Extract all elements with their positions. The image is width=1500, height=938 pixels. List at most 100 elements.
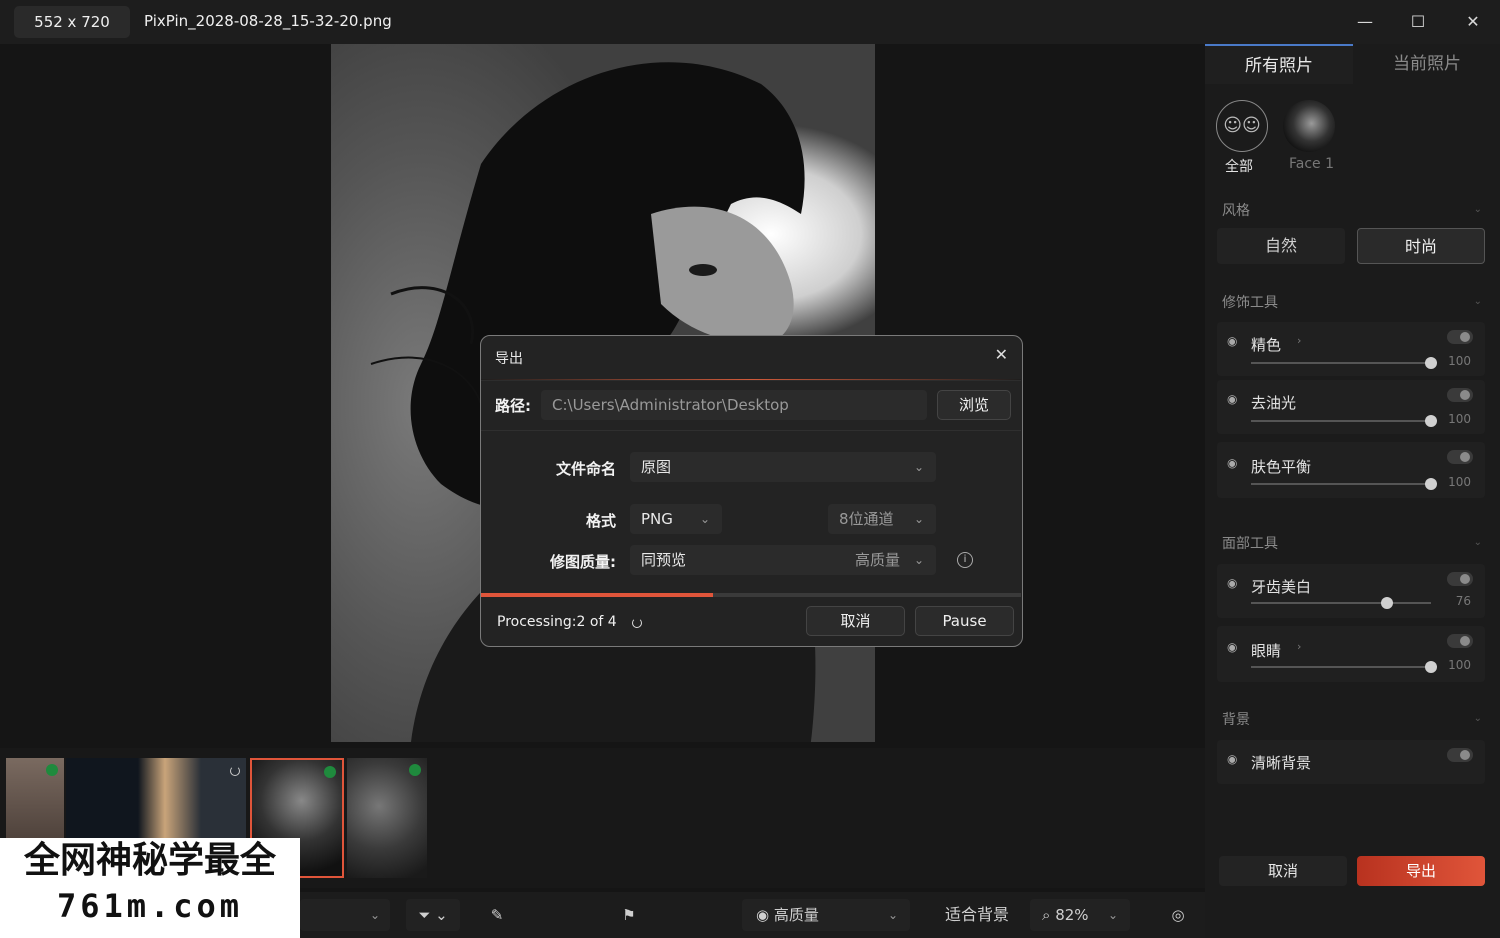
toggle-switch[interactable] xyxy=(1447,388,1473,402)
minimize-icon[interactable]: — xyxy=(1355,12,1375,32)
thumbnail-4[interactable] xyxy=(347,758,427,878)
face-section-title: 面部工具 xyxy=(1222,536,1278,552)
tab-current-photo[interactable]: 当前照片 xyxy=(1353,44,1500,84)
tool-card: ◉ 去油光 100 xyxy=(1217,380,1485,434)
eye-icon[interactable]: ◉ xyxy=(1227,334,1237,348)
slider-knob[interactable] xyxy=(1425,415,1437,427)
tool-card: ◉ 精色 › 100 xyxy=(1217,322,1485,376)
format-value: PNG xyxy=(641,510,673,528)
collapse-icon[interactable]: ⌄ xyxy=(1474,537,1482,548)
status-text: Processing:2 of 4 xyxy=(497,614,617,630)
chevron-right-icon[interactable]: › xyxy=(1297,640,1301,653)
dialog-cancel-button[interactable]: 取消 xyxy=(806,606,905,636)
tool-slider[interactable] xyxy=(1251,661,1437,673)
quality-select[interactable]: 同预览 高质量 ⌄ xyxy=(630,545,936,575)
toggle-switch[interactable] xyxy=(1447,450,1473,464)
right-panel: 所有照片 当前照片 ☺☺ 全部 Face 1 风格 ⌄ 自然 时尚 修饰工具 ⌄… xyxy=(1205,44,1500,938)
filter-icon[interactable]: ⏷ ⌄ xyxy=(406,899,460,931)
done-badge-icon xyxy=(46,764,58,776)
chevron-right-icon[interactable]: › xyxy=(1297,334,1301,347)
brush-icon[interactable]: ✎ xyxy=(480,899,514,931)
close-icon[interactable]: ✕ xyxy=(1463,12,1483,32)
file-name: PixPin_2028-08-28_15-32-20.png xyxy=(144,12,392,30)
tool-slider[interactable] xyxy=(1251,478,1437,490)
toggle-switch[interactable] xyxy=(1447,634,1473,648)
retouch-section-title: 修饰工具 xyxy=(1222,295,1278,311)
chevron-down-icon: ⌄ xyxy=(699,512,710,526)
eye-icon[interactable]: ◉ xyxy=(1227,576,1237,590)
tool-name: 去油光 xyxy=(1251,394,1297,412)
eye-icon[interactable]: ◉ xyxy=(1227,456,1237,470)
channel-value: 8位通道 xyxy=(839,510,894,528)
panel-cancel-button[interactable]: 取消 xyxy=(1219,856,1347,886)
eye-icon[interactable]: ◉ xyxy=(1227,392,1237,406)
all-faces-icon[interactable]: ☺☺ xyxy=(1216,100,1268,152)
channel-select[interactable]: 8位通道 ⌄ xyxy=(828,504,936,534)
path-input[interactable]: C:\Users\Administrator\Desktop xyxy=(541,390,927,420)
pause-button[interactable]: Pause xyxy=(915,606,1014,636)
slider-knob[interactable] xyxy=(1381,597,1393,609)
loading-icon xyxy=(230,766,240,776)
quality-level: 高质量 xyxy=(854,551,900,569)
collapse-icon[interactable]: ⌄ xyxy=(1474,296,1482,307)
slider-value: 100 xyxy=(1448,354,1471,368)
toggle-switch[interactable] xyxy=(1447,748,1473,762)
title-bar: 552 x 720 PixPin_2028-08-28_15-32-20.png… xyxy=(0,0,1500,44)
divider xyxy=(481,430,1021,431)
slider-value: 100 xyxy=(1448,412,1471,426)
chevron-down-icon: ⌄ xyxy=(913,460,924,474)
eye-icon[interactable]: ◉ xyxy=(1227,640,1237,654)
quality-value: 同预览 xyxy=(641,551,687,569)
face-1-avatar[interactable] xyxy=(1283,100,1335,152)
fit-background-button[interactable]: 适合背景 xyxy=(932,899,1022,931)
close-icon[interactable]: ✕ xyxy=(995,345,1008,364)
zoom-select[interactable]: ⌕ 82% ⌄ xyxy=(1030,899,1130,931)
format-select[interactable]: PNG ⌄ xyxy=(630,504,722,534)
quality-select[interactable]: ◉ 高质量 ⌄ xyxy=(742,899,910,931)
format-label: 格式 xyxy=(585,512,616,530)
preview-eye-icon[interactable]: ◎ xyxy=(1160,899,1196,931)
done-badge-icon xyxy=(409,764,421,776)
quality-label: 修图质量: xyxy=(550,553,616,571)
progress-bar xyxy=(481,593,1021,597)
accent-divider xyxy=(481,379,1021,380)
progress-fill xyxy=(481,593,714,597)
view-select[interactable]: ⌄ xyxy=(300,899,390,931)
all-faces-label: 全部 xyxy=(1225,159,1253,175)
naming-value: 原图 xyxy=(641,458,672,476)
collapse-icon[interactable]: ⌄ xyxy=(1474,204,1482,215)
dialog-title: 导出 xyxy=(495,351,523,367)
path-label: 路径: xyxy=(495,397,531,415)
slider-value: 76 xyxy=(1455,594,1471,608)
style-natural-button[interactable]: 自然 xyxy=(1217,228,1345,264)
loading-icon xyxy=(632,618,642,628)
toggle-switch[interactable] xyxy=(1447,572,1473,586)
style-section-title: 风格 xyxy=(1222,203,1250,219)
image-dimensions: 552 x 720 xyxy=(14,6,130,38)
panel-export-button[interactable]: 导出 xyxy=(1357,856,1485,886)
collapse-icon[interactable]: ⌄ xyxy=(1474,713,1482,724)
eye-icon[interactable]: ◉ xyxy=(1227,752,1237,766)
tool-card: ◉ 眼睛 › 100 xyxy=(1217,626,1485,682)
quality-label: 高质量 xyxy=(773,906,819,924)
tool-name: 精色 xyxy=(1251,336,1282,354)
chevron-down-icon: ⌄ xyxy=(1107,908,1118,922)
tab-all-photos[interactable]: 所有照片 xyxy=(1205,44,1353,84)
naming-select[interactable]: 原图 ⌄ xyxy=(630,452,936,482)
tool-name: 清晰背景 xyxy=(1251,754,1312,772)
flag-icon[interactable]: ⚑ xyxy=(612,899,646,931)
info-icon[interactable]: i xyxy=(957,552,973,568)
tool-slider[interactable] xyxy=(1251,597,1431,609)
watermark-line-2: 761m.com xyxy=(56,887,244,925)
tool-slider[interactable] xyxy=(1251,357,1437,369)
browse-button[interactable]: 浏览 xyxy=(937,390,1011,420)
style-fashion-button[interactable]: 时尚 xyxy=(1357,228,1485,264)
slider-knob[interactable] xyxy=(1425,357,1437,369)
toggle-switch[interactable] xyxy=(1447,330,1473,344)
maximize-icon[interactable]: ☐ xyxy=(1408,12,1428,32)
zoom-value: 82% xyxy=(1055,906,1089,924)
tool-slider[interactable] xyxy=(1251,415,1437,427)
slider-knob[interactable] xyxy=(1425,661,1437,673)
face-1-label: Face 1 xyxy=(1289,156,1335,172)
slider-knob[interactable] xyxy=(1425,478,1437,490)
